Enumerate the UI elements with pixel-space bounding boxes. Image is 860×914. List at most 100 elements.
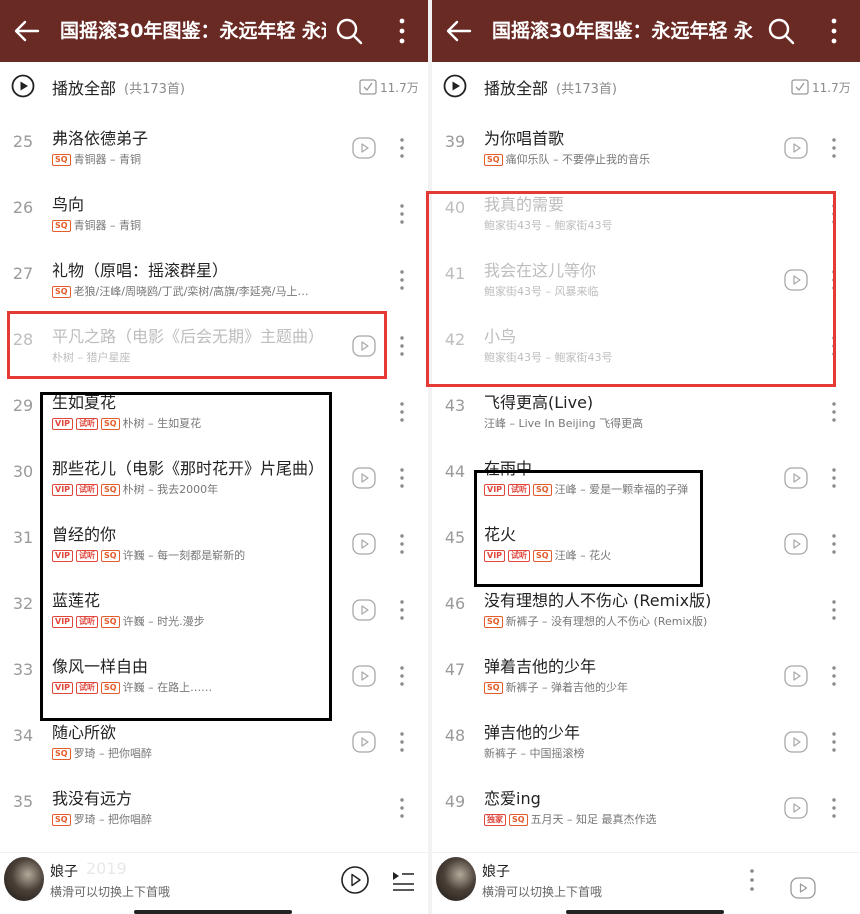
mini-player[interactable]: 娘子 横滑可以切换上下首哦 (432, 852, 860, 914)
mini-player[interactable]: 2019 娘子 横滑可以切换上下首哦 (0, 852, 428, 914)
song-more-icon[interactable] (396, 532, 408, 556)
song-more-icon[interactable] (828, 400, 840, 424)
album-cover[interactable] (436, 857, 476, 901)
mv-play-icon[interactable] (784, 532, 808, 556)
play-all-icon[interactable] (11, 74, 35, 98)
song-more-icon[interactable] (396, 268, 408, 292)
song-row[interactable]: 26 鸟向 SQ 青铜器 – 青铜 (0, 182, 428, 248)
mv-play-icon[interactable] (784, 796, 808, 820)
album-cover[interactable] (4, 857, 44, 901)
song-row[interactable]: 41 我会在这儿等你 鲍家街43号 – 风暴来临 (432, 248, 860, 314)
mv-play-icon[interactable] (784, 730, 808, 754)
song-more-icon[interactable] (396, 664, 408, 688)
song-more-icon[interactable] (828, 664, 840, 688)
song-row[interactable]: 42 小鸟 鲍家街43号 – 鲍家街43号 (432, 314, 860, 380)
song-row[interactable]: 46 没有理想的人不伤心 (Remix版) SQ 新裤子 – 没有理想的人不伤心 (R… (432, 578, 860, 644)
collect-count: 11.7万 (380, 81, 419, 95)
playlist-icon[interactable] (390, 867, 416, 893)
mv-play-icon[interactable] (352, 334, 376, 358)
mv-play-icon[interactable] (352, 598, 376, 622)
song-more-icon[interactable] (828, 202, 840, 226)
artist-album: 新裤子 – 没有理想的人不伤心 (Remix版) (505, 615, 708, 628)
song-row[interactable]: 44 在雨中 VIP 试听 SQ 汪峰 – 爱是一颗幸福的子弹 (432, 446, 860, 512)
song-row[interactable]: 45 花火 VIP 试听 SQ 汪峰 – 花火 (432, 512, 860, 578)
collect-icon (791, 79, 809, 95)
mv-play-icon[interactable] (784, 664, 808, 688)
song-row[interactable]: 43 飞得更高(Live) 汪峰 – Live In Beijing 飞得更高 (432, 380, 860, 446)
song-index: 26 (12, 198, 34, 217)
song-more-icon[interactable] (828, 598, 840, 622)
song-more-icon[interactable] (396, 796, 408, 820)
song-subtitle: SQ 罗琦 – 把你唱醉 (52, 746, 342, 762)
mv-play-icon[interactable] (352, 664, 376, 688)
mv-play-icon[interactable] (784, 136, 808, 160)
song-more-icon[interactable] (396, 730, 408, 754)
play-all-bar[interactable]: 播放全部 (共173首) 11.7万 (0, 64, 428, 108)
song-more-icon[interactable] (396, 334, 408, 358)
song-title: 生如夏花 (52, 393, 117, 412)
mv-play-icon[interactable] (352, 532, 376, 556)
song-row[interactable]: 28 平凡之路（电影《后会无期》主题曲） 朴树 – 猎户星座 (0, 314, 428, 380)
song-row[interactable]: 47 弹着吉他的少年 SQ 新裤子 – 弹着吉他的少年 (432, 644, 860, 710)
song-row[interactable]: 35 我没有远方 SQ 罗琦 – 把你唱醉 (0, 776, 428, 842)
play-all-icon[interactable] (443, 74, 467, 98)
song-subtitle: VIP 试听 SQ 汪峰 – 花火 (484, 548, 774, 564)
song-row[interactable]: 40 我真的需要 鲍家街43号 – 鲍家街43号 (432, 182, 860, 248)
song-row[interactable]: 48 弹吉他的少年 新裤子 – 中国摇滚榜 (432, 710, 860, 776)
more-vertical-icon[interactable] (746, 867, 758, 893)
song-title: 曾经的你 (52, 525, 117, 544)
search-icon[interactable] (766, 16, 796, 46)
song-index: 48 (444, 726, 466, 745)
mv-play-icon[interactable] (352, 136, 376, 160)
mv-play-icon[interactable] (352, 466, 376, 490)
song-row[interactable]: 27 礼物（原唱：摇滚群星） SQ 老狼/汪峰/周晓鸥/丁武/栾树/高旗/李延亮/马上… (0, 248, 428, 314)
song-row[interactable]: 30 那些花儿（电影《那时花开》片尾曲） VIP 试听 SQ 朴树 – 我去2000年 (0, 446, 428, 512)
song-more-icon[interactable] (828, 334, 840, 358)
song-more-icon[interactable] (828, 796, 840, 820)
song-index: 31 (12, 528, 34, 547)
song-more-icon[interactable] (396, 202, 408, 226)
song-row[interactable]: 33 像风一样自由 VIP 试听 SQ 许巍 – 在路上…… (0, 644, 428, 710)
song-more-icon[interactable] (396, 400, 408, 424)
play-circle-icon[interactable] (340, 865, 370, 895)
ghost-text: 2019 (86, 859, 127, 878)
mv-play-icon[interactable] (784, 268, 808, 292)
sq-badge: SQ (533, 550, 552, 562)
song-more-icon[interactable] (828, 532, 840, 556)
song-count: (共173首) (124, 82, 185, 97)
song-row[interactable]: 39 为你唱首歌 SQ 痛仰乐队 – 不要停止我的音乐 (432, 116, 860, 182)
more-vertical-icon[interactable] (390, 16, 414, 46)
song-row[interactable]: 29 生如夏花 VIP 试听 SQ 朴树 – 生如夏花 (0, 380, 428, 446)
song-more-icon[interactable] (828, 730, 840, 754)
song-row[interactable]: 34 随心所欲 SQ 罗琦 – 把你唱醉 (0, 710, 428, 776)
mv-play-icon[interactable] (784, 466, 808, 490)
play-all-bar[interactable]: 播放全部 (共173首) 11.7万 (432, 64, 860, 108)
song-more-icon[interactable] (396, 466, 408, 490)
play-circle-icon[interactable] (790, 875, 816, 901)
song-more-icon[interactable] (396, 598, 408, 622)
arrow-left-icon[interactable] (12, 16, 42, 46)
song-more-icon[interactable] (396, 136, 408, 160)
collect-button[interactable]: 11.7万 (358, 76, 420, 98)
song-row[interactable]: 49 恋爱ing 独家 SQ 五月天 – 知足 最真杰作选 (432, 776, 860, 842)
search-icon[interactable] (334, 16, 364, 46)
song-more-icon[interactable] (828, 268, 840, 292)
song-title: 小鸟 (484, 327, 517, 346)
song-row[interactable]: 31 曾经的你 VIP 试听 SQ 许巍 – 每一刻都是崭新的 (0, 512, 428, 578)
collect-button[interactable]: 11.7万 (790, 76, 852, 98)
song-row[interactable]: 32 蓝莲花 VIP 试听 SQ 许巍 – 时光.漫步 (0, 578, 428, 644)
song-subtitle: 朴树 – 猎户星座 (52, 350, 342, 366)
song-index: 29 (12, 396, 34, 415)
song-index: 32 (12, 594, 34, 613)
arrow-left-icon[interactable] (444, 16, 474, 46)
song-more-icon[interactable] (828, 466, 840, 490)
song-row[interactable]: 25 弗洛依德弟子 SQ 青铜器 – 青铜 (0, 116, 428, 182)
mv-play-icon[interactable] (352, 730, 376, 754)
vip-badge: VIP (52, 550, 74, 562)
artist-album: 青铜器 – 青铜 (73, 219, 142, 232)
more-vertical-icon[interactable] (822, 16, 846, 46)
exclusive-badge: 独家 (484, 814, 506, 826)
play-all-label[interactable]: 播放全部 (484, 75, 548, 99)
play-all-label[interactable]: 播放全部 (52, 75, 116, 99)
song-more-icon[interactable] (828, 136, 840, 160)
